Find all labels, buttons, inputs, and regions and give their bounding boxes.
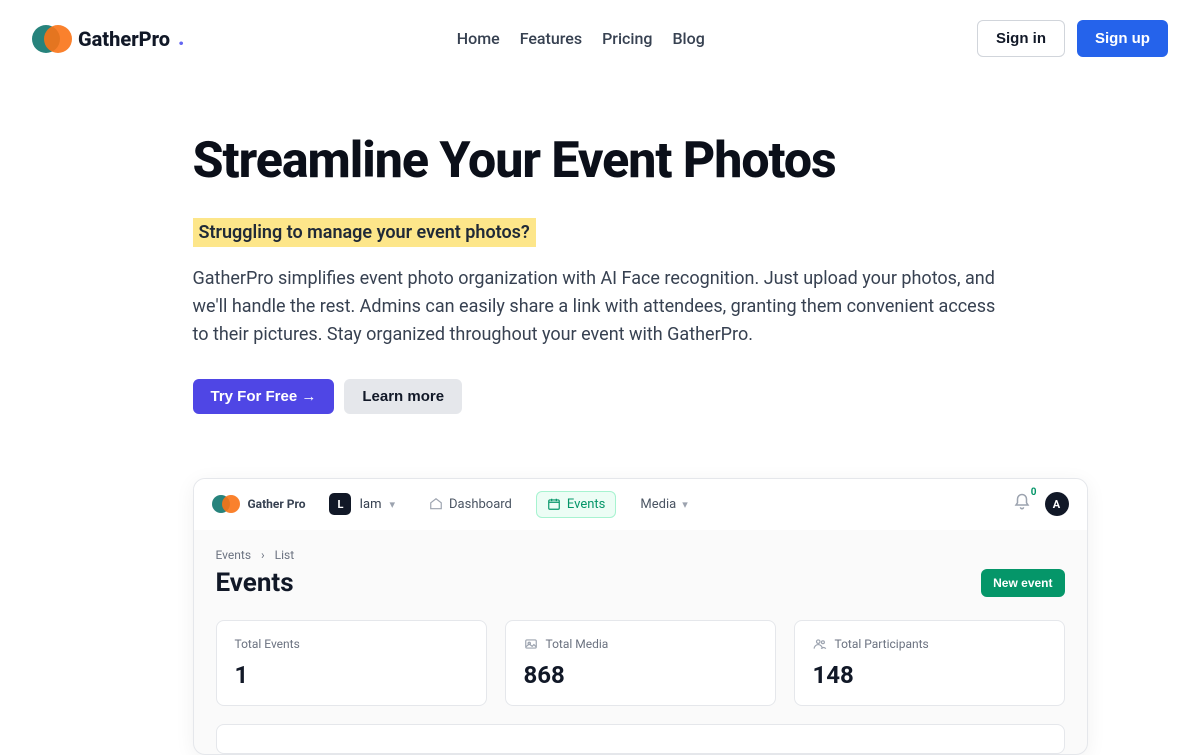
- sign-up-button[interactable]: Sign up: [1077, 20, 1168, 57]
- brand-logo[interactable]: GatherPro .: [32, 25, 185, 53]
- stats-row: Total Events 1 Total Media 868 Total Par…: [216, 620, 1065, 706]
- new-event-button[interactable]: New event: [981, 569, 1064, 597]
- primary-nav: Home Features Pricing Blog: [457, 29, 705, 48]
- app-nav-dashboard-label: Dashboard: [449, 497, 512, 512]
- breadcrumb: Events › List: [216, 548, 1065, 562]
- app-logo-mark-icon: [212, 495, 242, 513]
- stat-card-participants: Total Participants 148: [794, 620, 1065, 706]
- stat-participants-label: Total Participants: [835, 637, 929, 651]
- brand-name: GatherPro: [78, 27, 170, 51]
- app-nav-dashboard[interactable]: Dashboard: [419, 492, 522, 517]
- app-brand-name: Gather Pro: [248, 497, 306, 511]
- stat-events-label: Total Events: [235, 637, 300, 651]
- chevron-down-icon: ▾: [389, 498, 395, 511]
- stat-events-value: 1: [235, 661, 468, 689]
- nav-home[interactable]: Home: [457, 29, 500, 48]
- stat-card-media: Total Media 868: [505, 620, 776, 706]
- stat-media-label: Total Media: [546, 637, 609, 651]
- breadcrumb-leaf: List: [275, 548, 295, 562]
- stat-media-value: 868: [524, 661, 757, 689]
- bell-icon: [1013, 493, 1031, 511]
- hero-highlight: Struggling to manage your event photos?: [193, 218, 536, 247]
- hero-cta-row: Try For Free → Learn more: [193, 379, 1008, 414]
- sign-in-button[interactable]: Sign in: [977, 20, 1065, 57]
- workspace-switcher[interactable]: L Iam ▾: [329, 493, 395, 515]
- notification-count: 0: [1031, 487, 1037, 498]
- app-nav-events-label: Events: [567, 497, 605, 512]
- nav-features[interactable]: Features: [520, 29, 582, 48]
- breadcrumb-sep: ›: [261, 548, 265, 562]
- app-nav-media-label: Media: [640, 497, 676, 512]
- app-nav-events[interactable]: Events: [536, 491, 616, 518]
- app-nav: Dashboard Events Media ▾: [419, 491, 698, 518]
- site-header: GatherPro . Home Features Pricing Blog S…: [0, 0, 1200, 77]
- brand-dot: .: [178, 26, 185, 51]
- home-icon: [429, 497, 443, 511]
- nav-pricing[interactable]: Pricing: [602, 29, 652, 48]
- brand-mark-icon: [32, 25, 72, 53]
- events-table-panel: [216, 724, 1065, 754]
- try-free-button[interactable]: Try For Free →: [193, 379, 335, 414]
- stat-card-events: Total Events 1: [216, 620, 487, 706]
- breadcrumb-root[interactable]: Events: [216, 548, 252, 562]
- app-topbar: Gather Pro L Iam ▾ Dashboard Events: [194, 479, 1087, 530]
- users-icon: [813, 637, 827, 651]
- page-title: Events: [216, 568, 294, 598]
- image-icon: [524, 637, 538, 651]
- app-preview: Gather Pro L Iam ▾ Dashboard Events: [193, 478, 1088, 755]
- hero-description: GatherPro simplifies event photo organiz…: [193, 265, 1008, 349]
- auth-buttons: Sign in Sign up: [977, 20, 1168, 57]
- chevron-down-icon: ▾: [682, 498, 688, 511]
- user-avatar[interactable]: A: [1045, 492, 1069, 516]
- app-logo[interactable]: Gather Pro: [212, 495, 306, 513]
- nav-blog[interactable]: Blog: [672, 29, 704, 48]
- notifications-button[interactable]: 0: [1013, 493, 1031, 515]
- workspace-name: Iam: [359, 497, 381, 512]
- app-body: Events › List Events New event Total Eve…: [194, 530, 1087, 754]
- hero-title: Streamline Your Event Photos: [193, 132, 1008, 190]
- workspace-avatar: L: [329, 493, 351, 515]
- hero-section: Streamline Your Event Photos Struggling …: [193, 132, 1008, 755]
- app-nav-media[interactable]: Media ▾: [630, 492, 697, 517]
- learn-more-button[interactable]: Learn more: [344, 379, 462, 414]
- calendar-icon: [547, 497, 561, 511]
- stat-participants-value: 148: [813, 661, 1046, 689]
